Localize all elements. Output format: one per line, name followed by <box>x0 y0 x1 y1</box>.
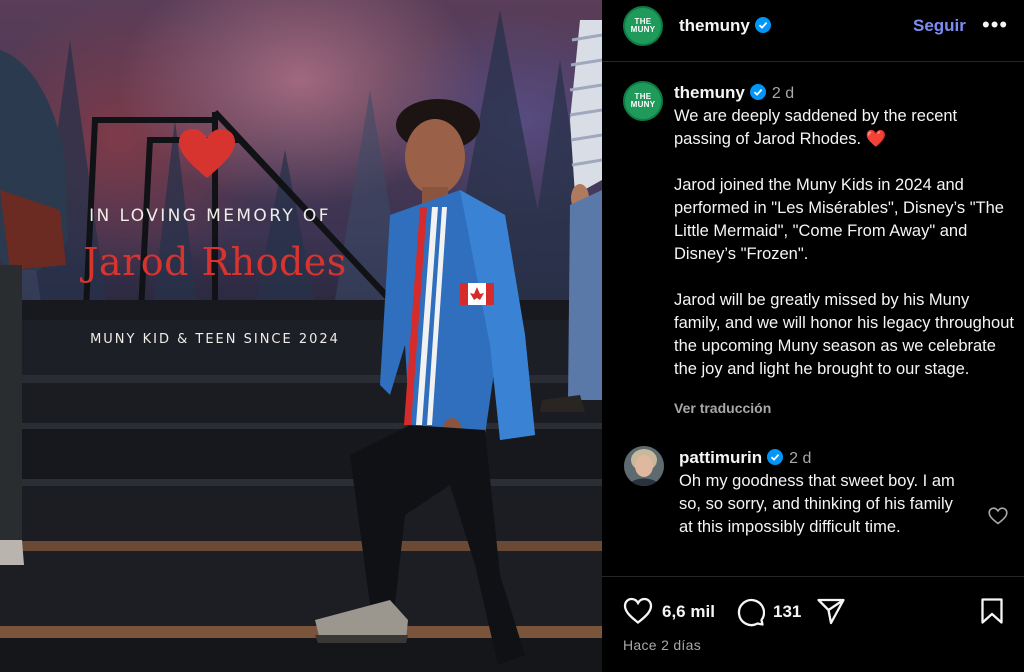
caption-username[interactable]: themuny <box>674 83 745 102</box>
right-person-figure <box>540 20 602 412</box>
post-header: THE MUNY themuny Seguir ••• <box>602 0 1024 62</box>
comment-text: Oh my goodness that sweet boy. I am so, … <box>679 472 955 536</box>
share-icon[interactable] <box>816 597 846 625</box>
heart-icon <box>179 129 235 178</box>
post-actions-bar: 6,6 mil 131 Hace 2 días <box>602 576 1024 672</box>
post-details-panel: THE MUNY themuny Seguir ••• THE MUNY the… <box>602 0 1024 672</box>
next-comment-cutoff <box>679 568 999 575</box>
more-options-icon[interactable]: ••• <box>982 12 1008 38</box>
like-count[interactable]: 6,6 mil <box>662 602 715 622</box>
boy-figure <box>315 99 535 665</box>
caption-username-row: themuny 2 d <box>674 83 794 103</box>
header-username-row[interactable]: themuny <box>679 16 771 36</box>
like-icon[interactable] <box>623 597 653 625</box>
follow-button[interactable]: Seguir <box>913 16 966 36</box>
verified-badge-icon <box>749 84 766 100</box>
left-person-figure <box>0 50 68 565</box>
comments-scroll-area[interactable]: THE MUNY themuny 2 d We are deeply sadden… <box>602 63 1024 575</box>
comment-avatar[interactable] <box>624 446 664 486</box>
see-translation-link[interactable]: Ver traducción <box>674 400 771 416</box>
commenter-photo <box>624 446 664 486</box>
account-avatar[interactable]: THE MUNY <box>623 6 663 46</box>
verified-badge-icon <box>767 449 784 465</box>
comment-count[interactable]: 131 <box>773 602 801 622</box>
comment-username[interactable]: pattimurin <box>679 448 762 467</box>
header-username[interactable]: themuny <box>679 16 750 35</box>
avatar-text-bottom: MUNY <box>630 25 656 34</box>
comment-icon[interactable] <box>735 597 765 627</box>
avatar-text-bottom: MUNY <box>630 100 656 109</box>
caption-time: 2 d <box>771 85 795 102</box>
post-date: Hace 2 días <box>623 637 702 653</box>
comment-username-row: pattimurin 2 d <box>679 448 811 468</box>
comment-like-icon[interactable] <box>988 507 1008 525</box>
comment-time: 2 d <box>789 450 812 467</box>
save-bookmark-icon[interactable] <box>980 597 1004 625</box>
verified-badge-icon <box>754 17 771 33</box>
caption-avatar[interactable]: THE MUNY <box>623 81 663 121</box>
post-image[interactable]: IN LOVING MEMORY OF Jarod Rhodes MUNY KI… <box>0 0 602 672</box>
caption-text: We are deeply saddened by the recent pas… <box>674 107 1014 378</box>
